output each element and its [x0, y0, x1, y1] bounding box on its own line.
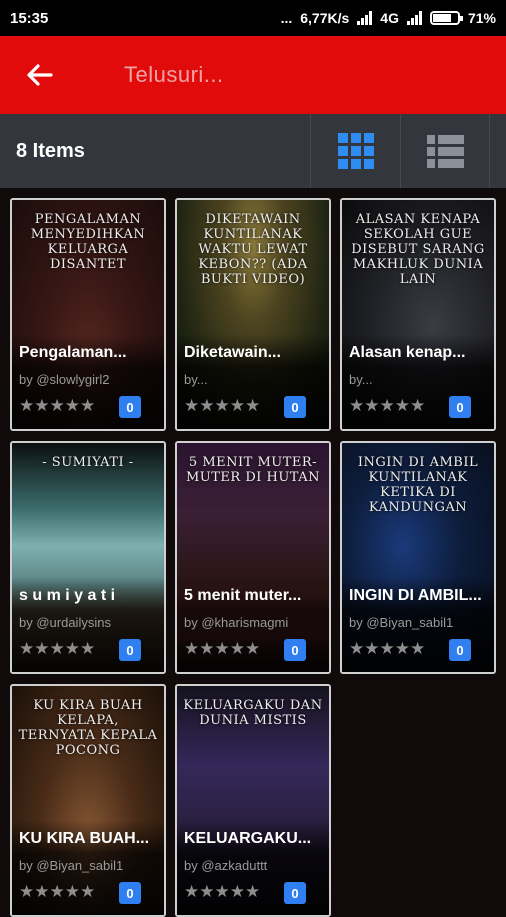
story-card[interactable]: 5 menit muter-muter di hutan 5 menit mut… [175, 441, 331, 674]
cover-text: - Sumiyati - [42, 455, 134, 470]
status-dots: ... [280, 10, 293, 26]
grid-icon [337, 133, 374, 169]
star-rating: ★★★★★ [19, 639, 96, 658]
grid-view-button[interactable] [310, 114, 400, 188]
story-title: Pengalaman... [19, 344, 127, 361]
cover-text: Keluargaku dan dunia mistis [183, 698, 323, 728]
story-author: by @kharismagmi [184, 615, 289, 630]
network-type: 4G [380, 10, 399, 26]
story-title: 5 menit muter... [184, 587, 302, 604]
story-author: by @azkaduttt [184, 858, 268, 873]
vote-count-badge: 0 [449, 396, 471, 418]
star-rating: ★★★★★ [19, 396, 96, 415]
cover-text: Alasan kenapa sekolah gue disebut sarang… [351, 212, 485, 287]
story-author: by @slowlygirl2 [19, 372, 110, 387]
network-speed: 6,77K/s [300, 10, 350, 26]
star-rating: ★★★★★ [184, 882, 261, 901]
story-card[interactable]: Ku kira buah kelapa, ternyata kepala poc… [10, 684, 166, 917]
story-author: by @Biyan_sabil1 [349, 615, 454, 630]
app-bar: Telusuri... [0, 36, 506, 114]
cover-text: Ingin di ambil kuntilanak ketika di kand… [357, 455, 479, 515]
arrow-left-icon [27, 64, 53, 86]
story-author: by... [349, 372, 373, 387]
vote-count-badge: 0 [119, 639, 141, 661]
vote-count-badge: 0 [284, 396, 306, 418]
view-toolbar: 8 Items [0, 114, 506, 188]
list-view-button[interactable] [400, 114, 490, 188]
story-title: Alasan kenap... [349, 344, 466, 361]
star-rating: ★★★★★ [349, 396, 426, 415]
cover-text: Ku kira buah kelapa, ternyata kepala poc… [18, 698, 158, 758]
story-card[interactable]: Diketawain Kuntilanak waktu lewat kebon?… [175, 198, 331, 431]
story-title: INGIN DI AMBIL... [349, 587, 482, 604]
cover-text: 5 menit muter-muter di hutan [185, 455, 321, 485]
story-card[interactable]: Pengalaman menyedihkan keluarga disantet… [10, 198, 166, 431]
story-author: by @urdailysins [19, 615, 111, 630]
star-rating: ★★★★★ [349, 639, 426, 658]
list-icon [426, 134, 464, 168]
signal-icon [357, 11, 373, 25]
signal-icon-2 [406, 11, 422, 25]
vote-count-badge: 0 [284, 639, 306, 661]
battery-icon [429, 11, 463, 25]
story-author: by... [184, 372, 208, 387]
story-grid: Pengalaman menyedihkan keluarga disantet… [10, 198, 498, 917]
items-count: 8 Items [16, 139, 85, 162]
story-title: s u m i y a t i [19, 587, 116, 604]
cover-text: Diketawain Kuntilanak waktu lewat kebon?… [198, 212, 308, 287]
story-card[interactable]: - Sumiyati - s u m i y a t i by @urdaily… [10, 441, 166, 674]
star-rating: ★★★★★ [19, 882, 96, 901]
story-author: by @Biyan_sabil1 [19, 858, 124, 873]
search-input[interactable]: Telusuri... [124, 62, 224, 88]
star-rating: ★★★★★ [184, 396, 261, 415]
cover-text: Pengalaman menyedihkan keluarga disantet [30, 212, 146, 272]
battery-level: 71% [467, 10, 496, 26]
back-button[interactable] [0, 36, 80, 114]
vote-count-badge: 0 [449, 639, 471, 661]
vote-count-badge: 0 [119, 396, 141, 418]
status-bar: 15:35 ... 6,77K/s 4G 71% [0, 0, 506, 36]
story-card[interactable]: Alasan kenapa sekolah gue disebut sarang… [340, 198, 496, 431]
story-card[interactable]: Ingin di ambil kuntilanak ketika di kand… [340, 441, 496, 674]
story-card[interactable]: Keluargaku dan dunia mistis KELUARGAKU..… [175, 684, 331, 917]
story-title: KELUARGAKU... [184, 830, 312, 847]
story-title: Diketawain... [184, 344, 281, 361]
story-title: KU KIRA BUAH... [19, 830, 150, 847]
star-rating: ★★★★★ [184, 639, 261, 658]
status-time: 15:35 [10, 9, 49, 27]
vote-count-badge: 0 [119, 882, 141, 904]
vote-count-badge: 0 [284, 882, 306, 904]
